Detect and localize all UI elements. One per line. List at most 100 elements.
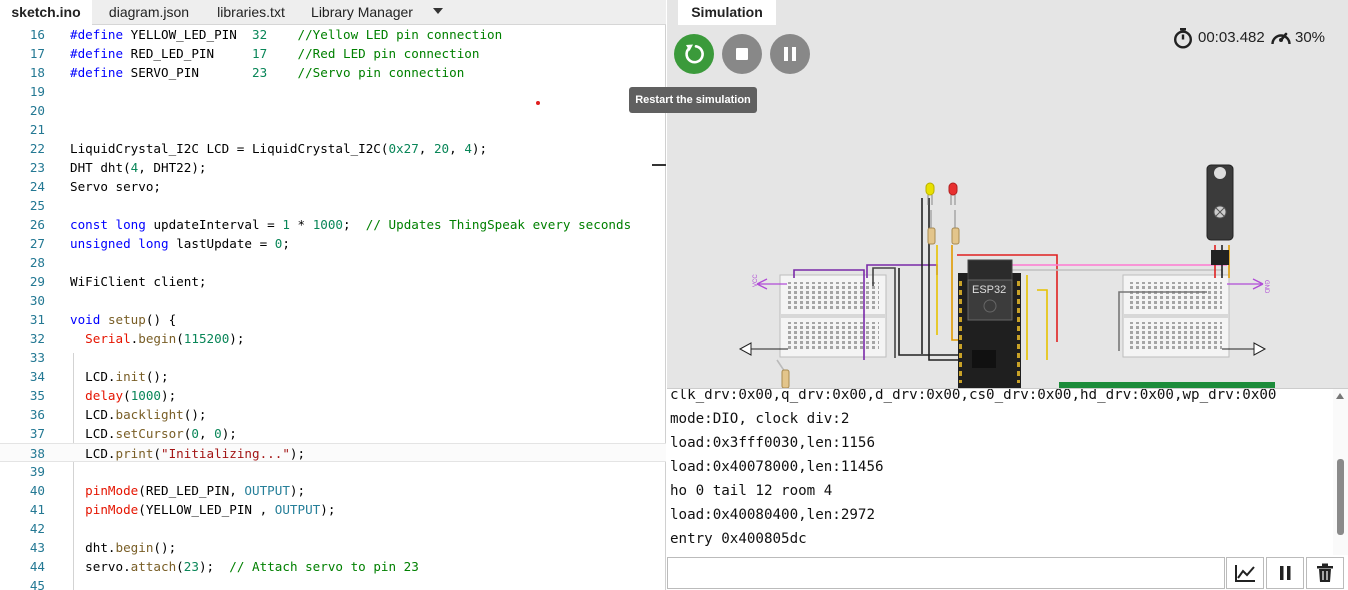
code-line[interactable]: 42 [0,519,666,538]
breadboard-right[interactable] [1122,274,1230,358]
circuit-diagram[interactable]: VCC GND ESP32 [667,110,1348,388]
code-line[interactable]: 18 #define SERVO_PIN 23 //Servo pin conne… [0,63,666,82]
pause-icon [1280,566,1291,580]
code-line[interactable]: 28 [0,253,666,272]
line-number: 20 [29,103,45,118]
tab-sketch-ino[interactable]: sketch.ino [0,0,92,25]
code-line[interactable]: 24 Servo servo; [0,177,666,196]
serial-line: ho 0 tail 12 room 4 [670,483,833,499]
code-line[interactable]: 25 [0,196,666,215]
code-line[interactable]: 17 #define RED_LED_PIN 17 //Red LED pin c… [0,44,666,63]
serial-input[interactable] [667,557,1225,589]
restart-simulation-button[interactable] [674,34,714,74]
code-text: Servo servo; [70,179,161,194]
serial-monitor: clk_drv:0x00,q_drv:0x00,d_drv:0x00,cs0_d… [667,388,1348,590]
gnd-symbol [1227,278,1264,290]
pause-simulation-button[interactable] [770,34,810,74]
code-text: LCD.setCursor(0, 0); [70,426,237,441]
code-editor-pane: sketch.ino diagram.json libraries.txt Li… [0,0,666,590]
code-line[interactable]: 19 [0,82,666,101]
code-text: LCD.init(); [70,369,169,384]
line-number: 40 [29,483,45,498]
scroll-thumb[interactable] [1337,459,1344,535]
editor-tab-bar: sketch.ino diagram.json libraries.txt Li… [0,0,666,25]
breadboard-left[interactable] [779,274,887,358]
stop-icon [736,48,748,60]
gnd-label: GND [1263,280,1269,294]
code-line[interactable]: 20 [0,101,666,120]
line-number: 22 [29,141,45,156]
code-text: #define RED_LED_PIN 17 //Red LED pin con… [70,46,480,61]
line-number: 16 [29,27,45,42]
tab-simulation[interactable]: Simulation [678,0,776,25]
code-line[interactable]: 16 #define YELLOW_LED_PIN 32 //Yellow LED… [0,25,666,44]
line-number: 38 [29,446,45,461]
line-number: 19 [29,84,45,99]
code-line[interactable]: 32 Serial.begin(115200); [0,329,666,348]
serial-scrollbar[interactable] [1333,389,1348,555]
tab-library-manager[interactable]: Library Manager [296,0,428,25]
code-text: Serial.begin(115200); [85,331,245,346]
code-line[interactable]: 39 [0,462,666,481]
code-text: pinMode(RED_LED_PIN, OUTPUT); [85,483,306,498]
red-led[interactable] [948,182,958,205]
code-line[interactable]: 34 LCD.init(); [0,367,666,386]
code-text: void setup() { [70,312,177,327]
code-area[interactable]: 16 #define YELLOW_LED_PIN 32 //Yellow LED… [0,25,666,590]
code-text: WiFiClient client; [70,274,207,289]
tab-libraries-txt[interactable]: libraries.txt [206,0,296,25]
code-line[interactable]: 31 void setup() { [0,310,666,329]
current-code-line[interactable]: 38 LCD.print("Initializing..."); [0,443,666,462]
resistor-2[interactable] [951,210,960,245]
code-line[interactable]: 40 pinMode(RED_LED_PIN, OUTPUT); [0,481,666,500]
line-number: 39 [29,464,45,479]
code-line[interactable]: 45 [0,576,666,590]
trash-icon [1317,563,1333,582]
yellow-led[interactable] [925,182,935,205]
line-number: 44 [29,559,45,574]
code-text: delay(1000); [85,388,177,403]
line-number: 34 [29,369,45,384]
code-line[interactable]: 36 LCD.backlight(); [0,405,666,424]
serial-pause-button[interactable] [1266,557,1304,589]
serial-line: entry 0x400805dc [670,531,807,547]
line-number: 37 [29,426,45,441]
code-line[interactable]: 23 DHT dht(4, DHT22); [0,158,666,177]
line-number: 33 [29,350,45,365]
line-number: 43 [29,540,45,555]
serial-clear-button[interactable] [1306,557,1344,589]
code-text: dht.begin(); [70,540,177,555]
line-number: 41 [29,502,45,517]
stop-simulation-button[interactable] [722,34,762,74]
code-text: pinMode(YELLOW_LED_PIN , OUTPUT); [85,502,336,517]
scroll-up-arrow-icon[interactable] [1336,393,1344,399]
code-line[interactable]: 43 dht.begin(); [0,538,666,557]
code-line[interactable]: 22 LiquidCrystal_I2C LCD = LiquidCrystal_… [0,139,666,158]
line-number: 29 [29,274,45,289]
code-line[interactable]: 26 const long updateInterval = 1 * 1000; … [0,215,666,234]
code-line[interactable]: 27 unsigned long lastUpdate = 0; [0,234,666,253]
cursor-dot [536,101,540,105]
vcc-label: VCC [753,274,759,287]
line-number: 21 [29,122,45,137]
code-line[interactable]: 33 [0,348,666,367]
code-text: #define YELLOW_LED_PIN 32 //Yellow LED p… [70,27,503,42]
code-line[interactable]: 30 [0,291,666,310]
tab-diagram-json[interactable]: diagram.json [92,0,206,25]
code-text: LCD.print("Initializing..."); [70,446,306,461]
restart-icon [685,44,704,64]
line-number: 36 [29,407,45,422]
line-number: 25 [29,198,45,213]
tab-menu-chevron-down-icon[interactable] [433,8,443,14]
resistor-3[interactable] [781,369,790,388]
serial-plotter-button[interactable] [1226,557,1264,589]
code-line[interactable]: 35 delay(1000); [0,386,666,405]
code-line[interactable]: 29 WiFiClient client; [0,272,666,291]
code-line[interactable]: 41 pinMode(YELLOW_LED_PIN , OUTPUT); [0,500,666,519]
esp32-board[interactable]: ESP32 [958,259,1021,388]
code-line[interactable]: 21 [0,120,666,139]
code-text: #define SERVO_PIN 23 //Servo pin connect… [70,65,465,80]
code-line[interactable]: 44 servo.attach(23); // Attach servo to … [0,557,666,576]
serial-output[interactable]: clk_drv:0x00,q_drv:0x00,d_drv:0x00,cs0_d… [667,389,1333,555]
code-line[interactable]: 37 LCD.setCursor(0, 0); [0,424,666,443]
